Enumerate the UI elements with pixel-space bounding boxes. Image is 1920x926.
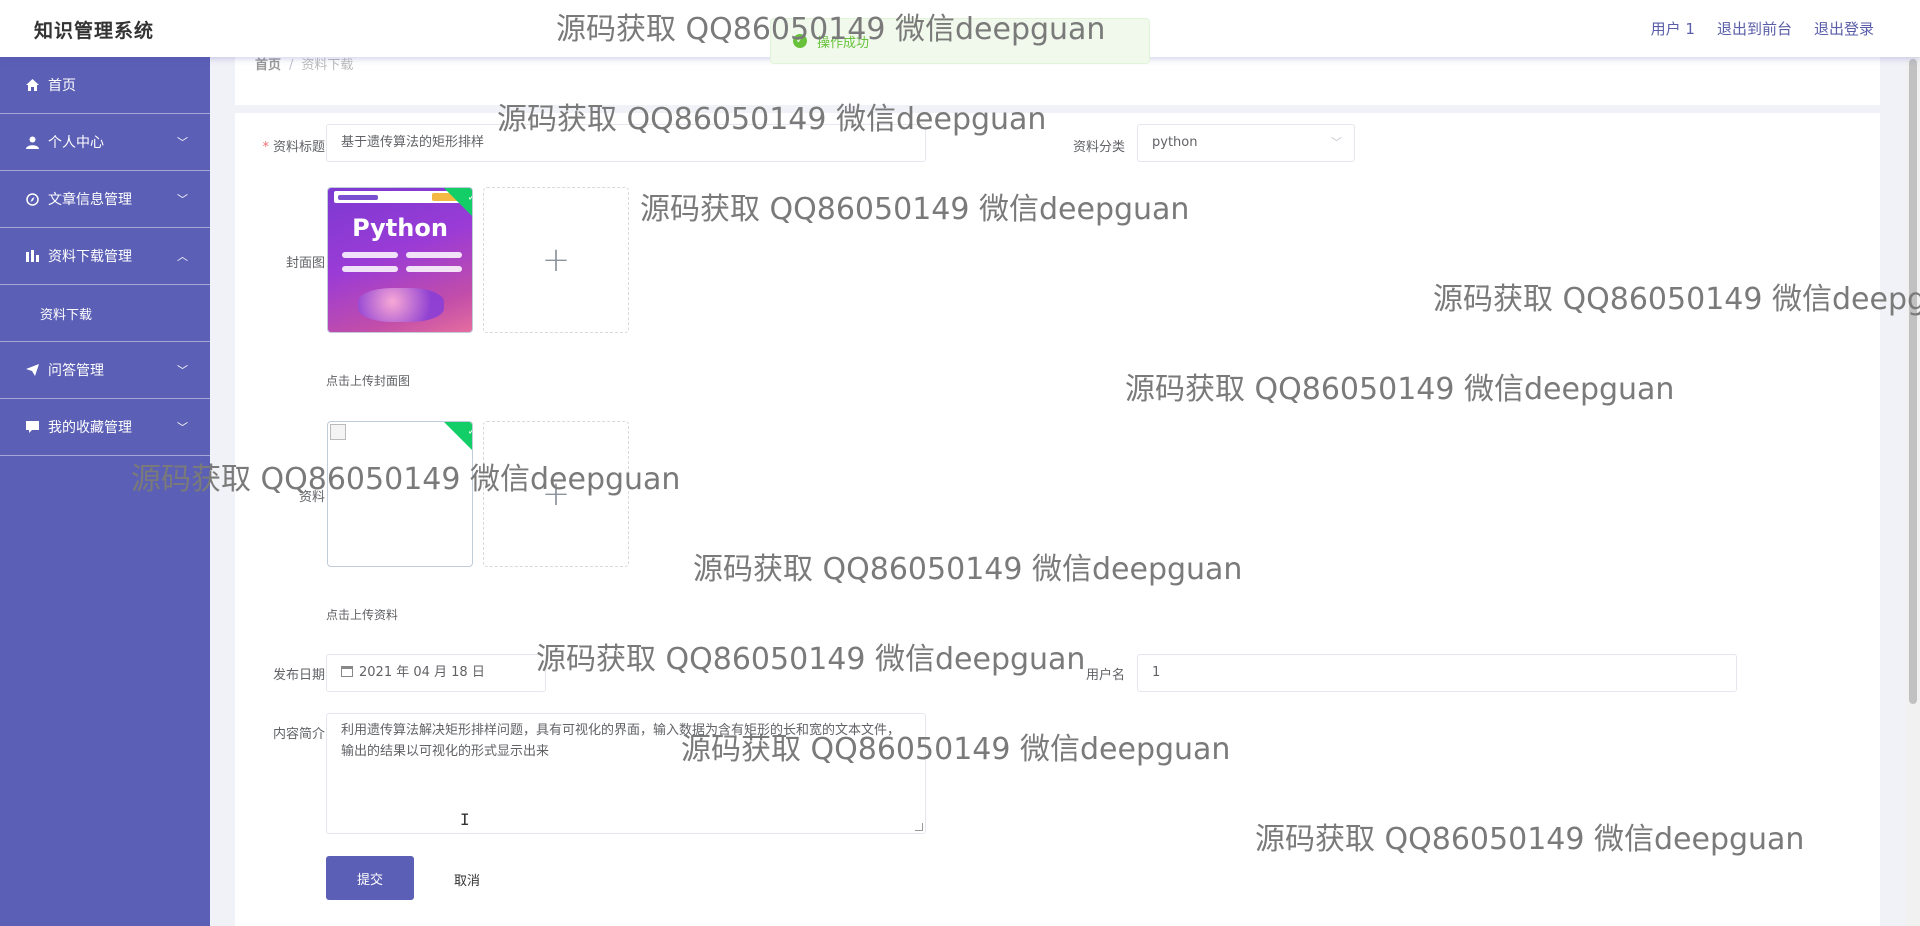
broken-image-icon xyxy=(330,424,346,440)
toast-message: 操作成功 xyxy=(817,35,870,51)
compass-icon xyxy=(24,191,40,207)
intro-text: 利用遗传算法解决矩形排样问题，具有可视化的界面，输入数据为含有矩形的长和宽的文本… xyxy=(341,723,901,759)
plus-icon: + xyxy=(541,240,571,280)
page-scrollbar[interactable] xyxy=(1906,57,1920,926)
chevron-down-icon: ﹀ xyxy=(1331,136,1342,149)
sidebar-item-label: 文章信息管理 xyxy=(48,192,132,208)
sidebar-item-label: 首页 xyxy=(48,78,76,94)
title-label: * 资料标题 xyxy=(262,140,325,155)
file-label: 资料 xyxy=(298,490,325,505)
sidebar-item-label: 资料下载管理 xyxy=(48,249,132,265)
sidebar-item-download-management[interactable]: 资料下载管理 ︿ xyxy=(0,228,210,285)
publish-date-label: 发布日期 xyxy=(272,668,325,683)
sidebar-item-qa-management[interactable]: 问答管理 ﹀ xyxy=(0,342,210,399)
sidebar: 首页 个人中心 ﹀ 文章信息管理 ﹀ 资料下载管理 ︿ 资料下载 问答管理 ﹀ xyxy=(0,57,210,926)
intro-textarea[interactable]: 利用遗传算法解决矩形排样问题，具有可视化的界面，输入数据为含有矩形的长和宽的文本… xyxy=(326,713,926,834)
plus-icon: + xyxy=(541,474,571,514)
sidebar-item-favorites-management[interactable]: 我的收藏管理 ﹀ xyxy=(0,399,210,456)
chevron-up-icon: ︿ xyxy=(177,250,188,263)
chevron-down-icon: ﹀ xyxy=(177,193,188,206)
username-input[interactable]: 1 xyxy=(1137,654,1737,692)
file-upload-hint: 点击上传资料 xyxy=(326,608,399,622)
category-label: 资料分类 xyxy=(1072,140,1125,155)
message-icon xyxy=(24,419,40,435)
bar-chart-icon xyxy=(24,248,40,264)
title-input[interactable]: 基于遗传算法的矩形排样 xyxy=(326,124,926,162)
category-selected-value: python xyxy=(1152,135,1198,150)
send-icon xyxy=(24,362,40,378)
submit-button[interactable]: 提交 xyxy=(326,856,414,900)
exit-to-frontend-link[interactable]: 退出到前台 xyxy=(1717,18,1792,39)
python-cover-image: Python xyxy=(328,188,472,332)
app-title: 知识管理系统 xyxy=(34,20,155,42)
publish-date-value: 2021 年 04 月 18 日 xyxy=(359,665,485,680)
chevron-down-icon: ﹀ xyxy=(177,421,188,434)
category-select[interactable]: python ﹀ xyxy=(1137,124,1355,162)
scrollbar-thumb[interactable] xyxy=(1909,59,1917,704)
cover-upload-hint: 点击上传封面图 xyxy=(326,374,411,388)
cover-thumbnail[interactable]: Python ✓ xyxy=(327,187,473,333)
calendar-icon xyxy=(341,666,353,677)
check-icon: ✓ xyxy=(467,426,473,438)
user-link[interactable]: 用户 1 xyxy=(1651,18,1695,39)
cover-upload-button[interactable]: + xyxy=(483,187,629,333)
sidebar-item-label: 我的收藏管理 xyxy=(48,420,132,436)
breadcrumb-current: 资料下载 xyxy=(301,58,354,73)
cover-label: 封面图 xyxy=(285,256,325,271)
logout-link[interactable]: 退出登录 xyxy=(1814,18,1874,39)
file-upload-button[interactable]: + xyxy=(483,421,629,567)
cover-image-text: Python xyxy=(352,214,448,242)
upload-success-badge: ✓ xyxy=(444,422,473,451)
cancel-button[interactable]: 取消 xyxy=(454,870,480,889)
file-thumbnail[interactable]: ✓ xyxy=(327,421,473,567)
chevron-down-icon: ﹀ xyxy=(177,364,188,377)
sidebar-item-home[interactable]: 首页 xyxy=(0,57,210,114)
home-icon xyxy=(24,77,40,93)
intro-label: 内容简介 xyxy=(272,727,325,742)
success-toast: ✓ 操作成功 xyxy=(770,18,1150,64)
user-icon xyxy=(24,134,40,150)
check-icon: ✓ xyxy=(467,192,473,204)
sidebar-item-article-management[interactable]: 文章信息管理 ﹀ xyxy=(0,171,210,228)
success-check-icon: ✓ xyxy=(793,34,807,48)
publish-date-picker[interactable]: 2021 年 04 月 18 日 xyxy=(326,654,546,692)
chevron-down-icon: ﹀ xyxy=(177,136,188,149)
sidebar-item-personal-center[interactable]: 个人中心 ﹀ xyxy=(0,114,210,171)
form-card: * 资料标题 基于遗传算法的矩形排样 资料分类 python ﹀ 封面图 Pyth… xyxy=(235,113,1880,926)
header-links: 用户 1 退出到前台 退出登录 xyxy=(1651,18,1874,39)
sidebar-subitem-label: 资料下载 xyxy=(40,307,93,323)
breadcrumb-home[interactable]: 首页 xyxy=(255,58,281,73)
resize-handle[interactable] xyxy=(915,823,923,831)
text-cursor-icon: I xyxy=(460,810,470,829)
username-label: 用户名 xyxy=(1085,668,1125,683)
sidebar-subitem-download[interactable]: 资料下载 xyxy=(0,285,210,342)
sidebar-item-label: 问答管理 xyxy=(48,363,104,379)
sidebar-item-label: 个人中心 xyxy=(48,135,104,151)
